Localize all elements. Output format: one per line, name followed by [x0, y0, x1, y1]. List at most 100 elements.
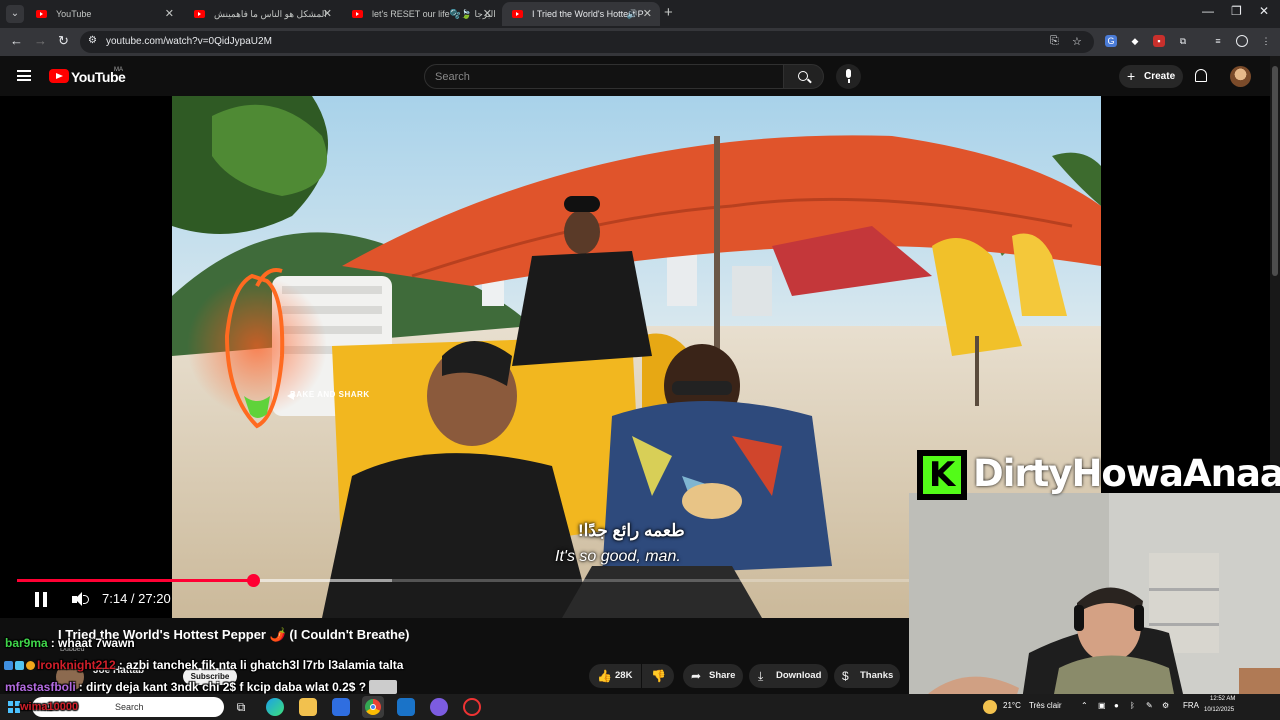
file-explorer-icon[interactable]: [299, 698, 317, 716]
thanks-button[interactable]: $ Thanks: [834, 664, 900, 688]
close-tab-icon[interactable]: ✕: [323, 2, 332, 26]
youtube-favicon-icon: [352, 10, 363, 18]
back-icon[interactable]: ←: [10, 33, 23, 48]
thumbs-down-icon: 👎: [651, 669, 666, 683]
youtube-header: YouTube MA + Create: [0, 56, 1280, 96]
cast-icon[interactable]: ⎘: [1050, 35, 1059, 48]
window-close-icon[interactable]: ✕: [1259, 4, 1269, 18]
bookmark-star-icon[interactable]: ☆: [1072, 35, 1082, 48]
tray-mic-icon[interactable]: ●: [1114, 701, 1119, 710]
thumbs-up-icon: 👍: [597, 669, 612, 683]
language-indicator[interactable]: FRA: [1183, 701, 1199, 710]
gift-badge-icon: [15, 661, 24, 670]
tray-chevron-icon[interactable]: ⌃: [1081, 701, 1088, 710]
tab-title: المشكل هو الناس ما فاهمينش: [214, 9, 327, 19]
weather-desc[interactable]: Très clair: [1029, 701, 1062, 710]
chat-message: mfastasfboli: dirty deja kant 3ndk chi 2…: [5, 680, 399, 694]
chrome-active-icon[interactable]: [362, 696, 384, 718]
tab-current-video[interactable]: I Tried the World's Hottest P 🔊 ✕: [502, 2, 660, 26]
translate-extension-icon[interactable]: G: [1105, 35, 1117, 47]
microphone-icon: [846, 69, 851, 78]
tray-app-icon[interactable]: ▣: [1098, 701, 1106, 710]
menu-icon[interactable]: [17, 70, 31, 81]
download-icon: ⤓: [758, 669, 764, 683]
weather-temp[interactable]: 21°C: [1003, 701, 1021, 710]
account-avatar[interactable]: [1230, 66, 1251, 87]
create-label: Create: [1144, 71, 1176, 82]
scrollbar-thumb[interactable]: [1272, 66, 1278, 276]
reading-list-icon[interactable]: ≡: [1212, 35, 1224, 47]
subscriber-badge-icon: [4, 661, 13, 670]
close-tab-icon[interactable]: ✕: [643, 2, 652, 26]
notifications-bell-icon[interactable]: [1195, 69, 1207, 82]
search-box[interactable]: [424, 64, 784, 89]
tab-video-arabic[interactable]: المشكل هو الناس ما فاهمينش ✕: [184, 2, 340, 26]
diamond-extension-icon[interactable]: ◆: [1129, 35, 1141, 47]
browser-menu-icon[interactable]: ⋮: [1260, 35, 1272, 47]
scrubber-handle[interactable]: [247, 574, 261, 587]
restore-icon[interactable]: ❐: [1231, 4, 1242, 18]
platform-letter: K: [923, 456, 961, 494]
share-icon: ➦: [691, 669, 702, 683]
clock-date[interactable]: 10/12/2025: [1204, 707, 1234, 713]
chat-message: wima10000: [20, 701, 81, 713]
address-bar[interactable]: ⚙ youtube.com/watch?v=0QidJypaU2M ⎘ ☆: [80, 31, 1094, 53]
chat-message: Ironknight212: azbi tanchek fik nta li g…: [4, 658, 403, 672]
new-tab-icon[interactable]: +: [664, 4, 673, 21]
close-tab-icon[interactable]: ✕: [165, 2, 174, 26]
weather-moon-icon[interactable]: [983, 700, 997, 714]
location-tag: BAKE AND SHARK: [290, 390, 370, 399]
browser-toolbar: ← → ↻ ⚙ youtube.com/watch?v=0QidJypaU2M …: [0, 28, 1280, 56]
volume-icon[interactable]: [72, 592, 90, 607]
taskbar-search-text: Search: [115, 702, 144, 712]
dislike-button[interactable]: 👎: [642, 664, 674, 688]
tab-search-icon[interactable]: ⌄: [6, 5, 24, 23]
tray-pen-icon[interactable]: ✎: [1146, 701, 1153, 710]
create-button[interactable]: + Create: [1119, 65, 1183, 88]
extensions-puzzle-icon[interactable]: ⧉: [1177, 35, 1189, 47]
streamer-banner: K DirtyHowaAnaa: [917, 450, 1280, 500]
share-label: Share: [709, 670, 736, 681]
discord-icon[interactable]: [430, 698, 448, 716]
profile-icon[interactable]: [1236, 35, 1248, 47]
kick-logo-icon: K: [917, 450, 967, 500]
tab-youtube[interactable]: YouTube ✕: [26, 2, 182, 26]
progress-bar[interactable]: [17, 574, 909, 587]
time-display: 7:14 / 27:20: [102, 591, 171, 606]
task-view-icon[interactable]: ⧉: [232, 698, 250, 716]
chat-text: azbi tanchek fik nta li ghatch3l l7rb l3…: [126, 658, 404, 672]
voice-search-button[interactable]: [836, 64, 861, 89]
tray-settings-icon[interactable]: ⚙: [1162, 701, 1169, 710]
youtube-favicon-icon: [36, 10, 47, 18]
download-button[interactable]: ⤓ Download: [749, 664, 828, 688]
close-tab-icon[interactable]: ✕: [483, 2, 492, 26]
share-button[interactable]: ➦ Share: [683, 664, 743, 688]
youtube-logo-icon[interactable]: [49, 69, 69, 83]
pause-icon[interactable]: [34, 592, 48, 607]
tab-reset-life[interactable]: let's RESET our life🫧🍃 البرجا ✕: [342, 2, 500, 26]
minimize-icon[interactable]: —: [1202, 4, 1214, 18]
edge-icon[interactable]: [266, 698, 284, 716]
obs-icon[interactable]: [463, 698, 481, 716]
like-button[interactable]: 👍 28K: [589, 664, 641, 688]
red-extension-icon[interactable]: ▪: [1153, 35, 1165, 47]
store-icon[interactable]: [332, 698, 350, 716]
search-button[interactable]: [783, 64, 824, 89]
streamer-name: DirtyHowaAnaa: [973, 452, 1280, 495]
subtitle-english: It's so good, man.: [555, 548, 681, 565]
youtube-favicon-icon: [512, 10, 523, 18]
clock-time[interactable]: 12:52 AM: [1210, 696, 1235, 702]
download-label: Download: [776, 670, 822, 681]
forward-icon[interactable]: →: [34, 33, 47, 48]
search-input[interactable]: [435, 69, 765, 85]
reload-icon[interactable]: ↻: [58, 33, 69, 49]
webcam-scene: [909, 493, 1280, 720]
chat-username: mfastasfboli: [5, 680, 76, 694]
webcam-feed: [909, 493, 1280, 720]
country-code: MA: [114, 67, 123, 73]
tab-audio-icon[interactable]: 🔊: [627, 2, 638, 26]
tray-bluetooth-icon[interactable]: ᛒ: [1130, 701, 1135, 710]
outlook-icon[interactable]: [397, 698, 415, 716]
site-info-icon[interactable]: ⚙: [88, 35, 97, 46]
windows-start-icon[interactable]: [8, 701, 20, 713]
